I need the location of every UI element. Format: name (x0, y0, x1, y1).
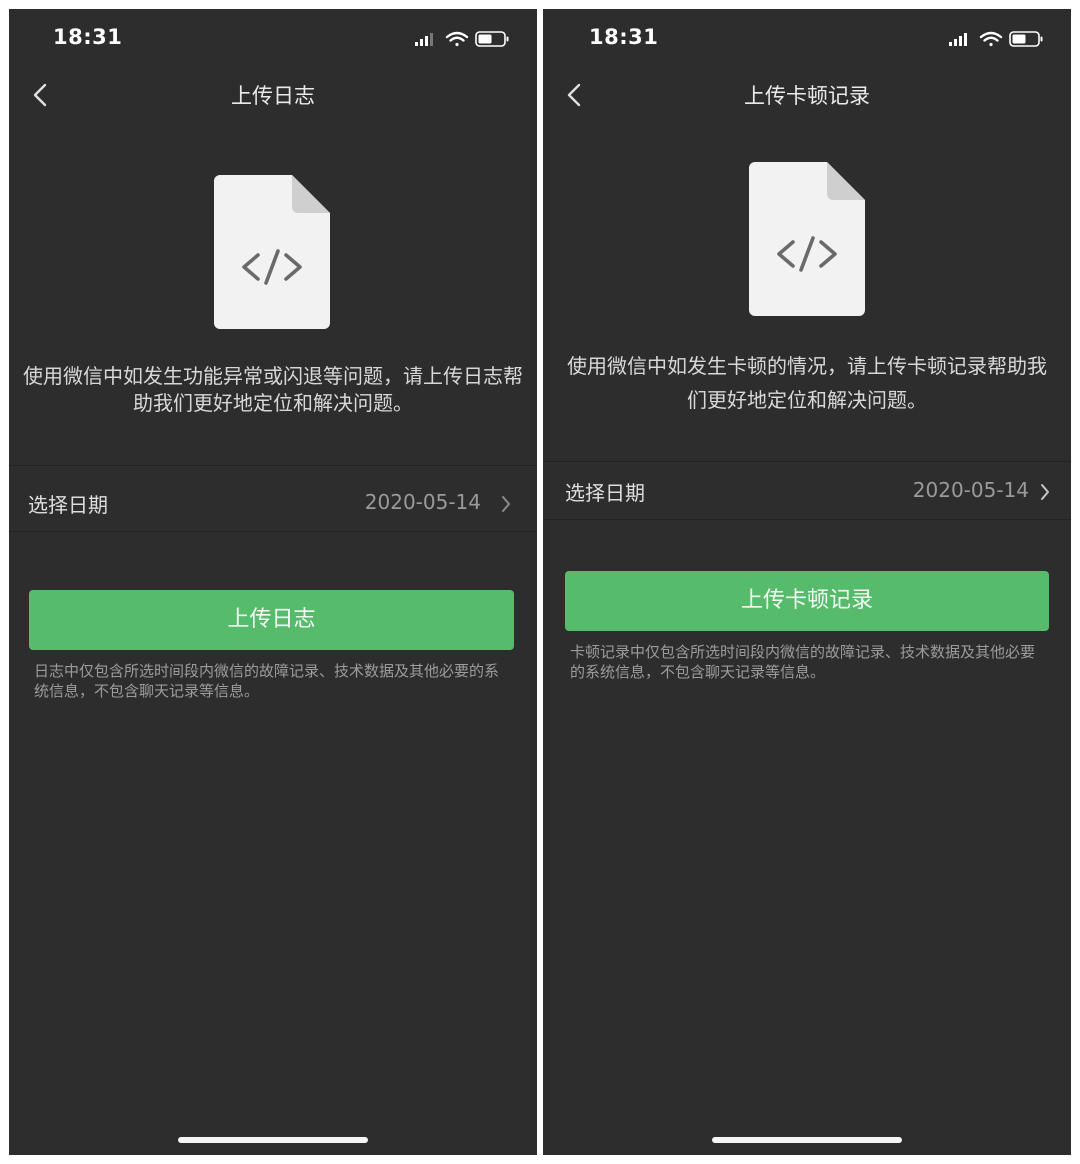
divider (543, 519, 1071, 520)
upload-log-button[interactable]: 上传日志 (29, 590, 514, 650)
description-text: 使用微信中如发生卡顿的情况，请上传卡顿记录帮助我们更好地定位和解决问题。 (567, 354, 1047, 412)
upload-lag-record-button[interactable]: 上传卡顿记录 (565, 571, 1049, 631)
chevron-right-icon (1041, 484, 1049, 500)
row-label: 选择日期 (28, 493, 108, 517)
date-value: 2020-05-14 (364, 490, 481, 514)
battery-icon (1009, 31, 1043, 47)
status-time: 18:31 (53, 25, 123, 49)
status-bar: 18:31 (9, 9, 537, 69)
home-indicator[interactable] (178, 1137, 368, 1143)
divider (543, 461, 1071, 462)
code-file-icon (749, 162, 865, 316)
row-label: 选择日期 (565, 481, 645, 505)
nav-bar: 上传日志 (9, 69, 537, 121)
wifi-icon (445, 31, 469, 47)
status-icons (415, 31, 509, 47)
home-indicator[interactable] (712, 1137, 902, 1143)
battery-icon (475, 31, 509, 47)
wifi-icon (979, 31, 1003, 47)
date-value: 2020-05-14 (912, 478, 1029, 502)
signal-icon (949, 33, 967, 46)
page-title: 上传卡顿记录 (744, 84, 870, 108)
nav-bar: 上传卡顿记录 (543, 69, 1071, 121)
status-time: 18:31 (589, 25, 659, 49)
phone-screen-upload-log: 18:31 上传日志 使用微信中如发生功能异常或闪退等问题，请上传日志帮助我们更… (9, 9, 537, 1155)
select-date-row[interactable]: 选择日期 2020-05-14 (543, 463, 1071, 519)
divider (9, 531, 537, 532)
description-text: 使用微信中如发生功能异常或闪退等问题，请上传日志帮助我们更好地定位和解决问题。 (23, 364, 523, 415)
disclaimer-text: 卡顿记录中仅包含所选时间段内微信的故障记录、技术数据及其他必要的系统信息，不包含… (570, 643, 1036, 681)
status-bar: 18:31 (543, 9, 1071, 69)
status-icons (949, 31, 1043, 47)
phone-screen-upload-lag-record: 18:31 上传卡顿记录 使用微信中如发生卡顿的情况，请上传卡顿记录帮助我们更好… (543, 9, 1071, 1155)
chevron-right-icon (502, 496, 510, 512)
code-file-icon (214, 175, 330, 329)
select-date-row[interactable]: 选择日期 2020-05-14 (9, 475, 537, 531)
signal-icon (415, 33, 433, 46)
disclaimer-text: 日志中仅包含所选时间段内微信的故障记录、技术数据及其他必要的系统信息，不包含聊天… (34, 662, 500, 700)
page-title: 上传日志 (231, 84, 315, 108)
divider (9, 465, 537, 466)
